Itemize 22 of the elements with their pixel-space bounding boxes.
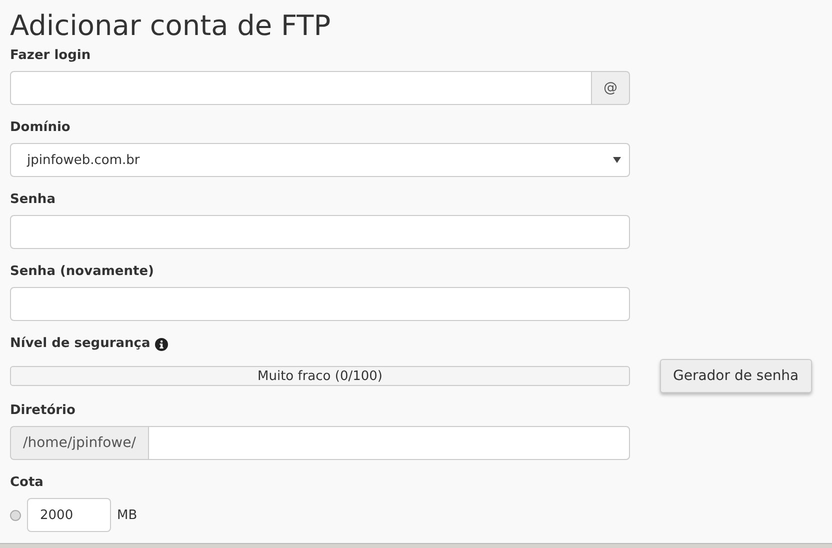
domain-select[interactable]: jpinfoweb.com.br <box>10 143 630 177</box>
field-label: Domínio <box>10 120 70 136</box>
directory-prefix: /home/jpinfowe/ <box>10 426 148 460</box>
field-label: Nível de segurança <box>10 336 150 352</box>
quota-radio[interactable] <box>10 510 21 520</box>
quota-field[interactable]: 2000 <box>27 498 111 532</box>
field-label: Fazer login <box>10 48 91 64</box>
field-label: Senha (novamente) <box>10 264 154 280</box>
strength-reading: Muito fraco (0/100) <box>258 368 382 384</box>
directory-field[interactable] <box>148 426 630 460</box>
domain-addon: @ <box>592 71 630 105</box>
login-field[interactable] <box>10 71 592 105</box>
field-label: Cota <box>10 475 44 491</box>
quota-unit: MB <box>117 508 138 522</box>
info-icon[interactable] <box>155 338 168 350</box>
password-field[interactable] <box>10 215 630 249</box>
field-label: Senha <box>10 192 56 208</box>
field-label: Diretório <box>10 403 76 419</box>
password-confirm-field[interactable] <box>10 287 630 321</box>
page-title: Adicionar conta de FTP <box>10 8 332 44</box>
password-generator-button[interactable]: Gerador de senha <box>660 359 812 393</box>
caret-icon <box>613 157 621 163</box>
